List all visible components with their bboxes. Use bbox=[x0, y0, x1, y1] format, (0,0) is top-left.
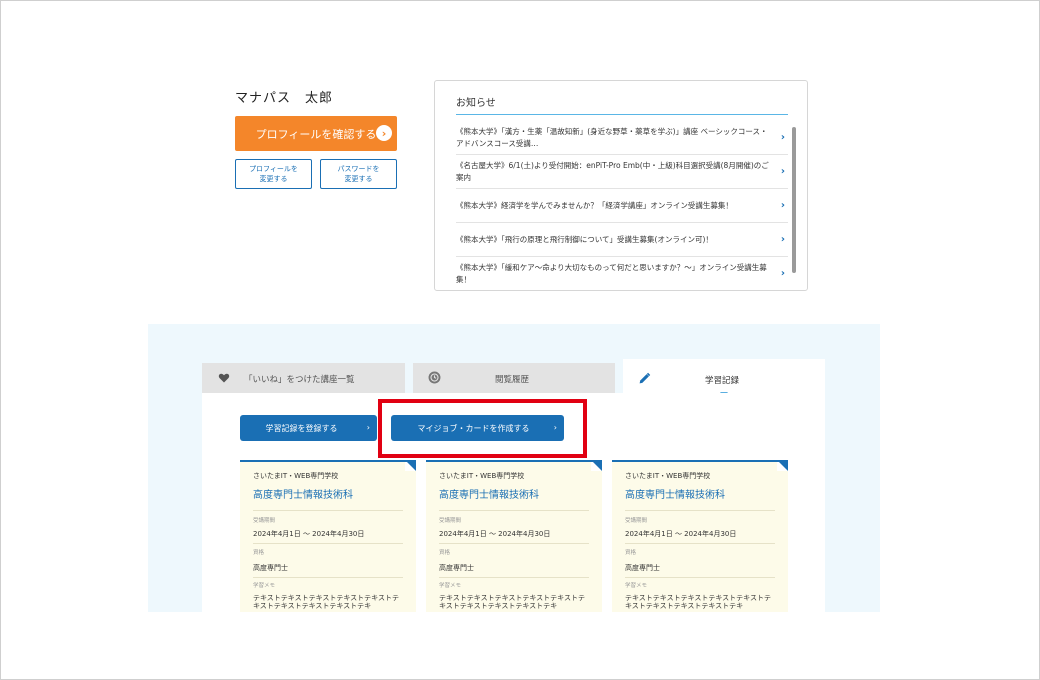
notice-item[interactable]: 《名古屋大学》6/1(土)より受付開始：enPiT-Pro Emb(中・上級)科… bbox=[456, 155, 788, 189]
card-divider bbox=[253, 543, 403, 544]
card-school: さいたまIT・WEB専門学校 bbox=[625, 472, 711, 480]
card-qualification: 高度専門士 bbox=[625, 564, 660, 572]
card-corner-fold bbox=[777, 462, 788, 471]
notice-text: 《熊本大学》「飛行の原理と飛行制御について」受講生募集(オンライン可)！ bbox=[456, 234, 713, 244]
card-period: 2024年4月1日 ～ 2024年4月30日 bbox=[253, 530, 365, 538]
card-qualification: 高度専門士 bbox=[253, 564, 288, 572]
tab-learning-records-label: 学習記録 bbox=[705, 376, 740, 386]
learning-record-card[interactable]: さいたまIT・WEB専門学校 高度専門士情報技術科 受講期間 2024年4月1日… bbox=[240, 460, 416, 612]
chevron-right-icon: › bbox=[780, 166, 785, 177]
notices-scrollbar[interactable] bbox=[792, 127, 796, 273]
card-memo-label: 学習メモ bbox=[253, 583, 276, 589]
notice-text: 《熊本大学》「緩和ケア～命より大切なものって何だと思いますか？～」オンライン受講… bbox=[456, 262, 767, 284]
learning-record-card[interactable]: さいたまIT・WEB専門学校 高度専門士情報技術科 受講期間 2024年4月1日… bbox=[426, 460, 602, 612]
card-divider bbox=[625, 543, 775, 544]
card-period: 2024年4月1日 ～ 2024年4月30日 bbox=[625, 530, 737, 538]
notice-item[interactable]: 《熊本大学》「漢方・生薬「温故知新」(身近な野草・薬草を学ぶ)」講座 ベーシック… bbox=[456, 121, 788, 155]
card-school: さいたまIT・WEB専門学校 bbox=[439, 472, 525, 480]
card-divider bbox=[439, 543, 589, 544]
card-period: 2024年4月1日 ～ 2024年4月30日 bbox=[439, 530, 551, 538]
notice-item[interactable]: 《熊本大学》「緩和ケア～命より大切なものって何だと思いますか？～」オンライン受講… bbox=[456, 257, 788, 286]
card-corner-fold bbox=[405, 462, 416, 471]
heart-icon bbox=[218, 373, 230, 383]
card-course-link[interactable]: 高度専門士情報技術科 bbox=[439, 486, 539, 501]
notice-item[interactable]: 《熊本大学》「飛行の原理と飛行制御について」受講生募集(オンライン可)！ › bbox=[456, 223, 788, 257]
card-memo-label: 学習メモ bbox=[625, 583, 648, 589]
chevron-right-icon: › bbox=[376, 125, 392, 141]
card-period-label: 受講期間 bbox=[439, 518, 462, 524]
card-course-link[interactable]: 高度専門士情報技術科 bbox=[253, 486, 353, 501]
user-name: マナパス 太郎 bbox=[235, 91, 334, 106]
card-period-label: 受講期間 bbox=[625, 518, 648, 524]
notices-title: お知らせ bbox=[456, 98, 496, 109]
notice-list[interactable]: 《熊本大学》「漢方・生薬「温故知新」(身近な野草・薬草を学ぶ)」講座 ベーシック… bbox=[456, 121, 788, 286]
chevron-right-icon: › bbox=[780, 200, 785, 211]
notice-text: 《名古屋大学》6/1(土)より受付開始：enPiT-Pro Emb(中・上級)科… bbox=[456, 160, 769, 182]
tab-liked-courses[interactable]: 「いいね」をつけた講座一覧 bbox=[202, 363, 405, 393]
card-period-label: 受講期間 bbox=[253, 518, 276, 524]
chevron-right-icon: › bbox=[780, 268, 785, 279]
notices-divider bbox=[456, 114, 788, 115]
chevron-right-icon: › bbox=[780, 234, 785, 245]
card-divider bbox=[253, 577, 403, 578]
notice-text: 《熊本大学》「漢方・生薬「温故知新」(身近な野草・薬草を学ぶ)」講座 ベーシック… bbox=[456, 126, 768, 148]
notice-text: 《熊本大学》経済学を学んでみませんか？「経済学講座」オンライン受講生募集！ bbox=[456, 200, 733, 210]
card-qualification: 高度専門士 bbox=[439, 564, 474, 572]
tab-liked-courses-label: 「いいね」をつけた講座一覧 bbox=[244, 375, 355, 385]
register-learning-record-label: 学習記録を登録する bbox=[265, 423, 338, 433]
tab-browsing-history[interactable]: 閲覧履歴 bbox=[413, 363, 615, 393]
register-learning-record-button[interactable]: 学習記録を登録する › bbox=[240, 415, 377, 441]
pencil-icon bbox=[639, 372, 651, 384]
chevron-right-icon: › bbox=[780, 132, 785, 143]
learning-record-card[interactable]: さいたまIT・WEB専門学校 高度専門士情報技術科 受講期間 2024年4月1日… bbox=[612, 460, 788, 612]
card-divider bbox=[625, 510, 775, 511]
card-qualification-label: 資格 bbox=[625, 550, 637, 556]
card-memo: テキストテキストテキストテキストテキストテキストテキストテキストテキストテキ bbox=[625, 594, 771, 610]
change-password-button[interactable]: パスワードを 変更する bbox=[320, 159, 397, 189]
card-divider bbox=[439, 510, 589, 511]
page-frame: マナパス 太郎 プロフィールを確認する › プロフィールを 変更する パスワード… bbox=[0, 0, 1040, 680]
card-divider bbox=[625, 577, 775, 578]
card-divider bbox=[253, 510, 403, 511]
confirm-profile-label: プロフィールを確認する bbox=[255, 127, 377, 141]
confirm-profile-button[interactable]: プロフィールを確認する › bbox=[235, 116, 397, 151]
card-qualification-label: 資格 bbox=[253, 550, 265, 556]
card-memo-label: 学習メモ bbox=[439, 583, 462, 589]
card-course-link[interactable]: 高度専門士情報技術科 bbox=[625, 486, 725, 501]
notices-panel: お知らせ 《熊本大学》「漢方・生薬「温故知新」(身近な野草・薬草を学ぶ)」講座 … bbox=[434, 80, 808, 291]
card-qualification-label: 資格 bbox=[439, 550, 451, 556]
notice-item[interactable]: 《熊本大学》経済学を学んでみませんか？「経済学講座」オンライン受講生募集！ › bbox=[456, 189, 788, 223]
chevron-right-icon: › bbox=[366, 423, 370, 432]
card-school: さいたまIT・WEB専門学校 bbox=[253, 472, 339, 480]
edit-profile-button[interactable]: プロフィールを 変更する bbox=[235, 159, 312, 189]
history-icon bbox=[428, 371, 441, 384]
highlight-annotation bbox=[378, 399, 587, 458]
tab-browsing-history-label: 閲覧履歴 bbox=[495, 375, 530, 385]
card-memo: テキストテキストテキストテキストテキストテキストテキストテキストテキストテキ bbox=[439, 594, 585, 610]
card-memo: テキストテキストテキストテキストテキストテキストテキストテキストテキストテキ bbox=[253, 594, 399, 610]
card-divider bbox=[439, 577, 589, 578]
card-corner-fold bbox=[591, 462, 602, 471]
